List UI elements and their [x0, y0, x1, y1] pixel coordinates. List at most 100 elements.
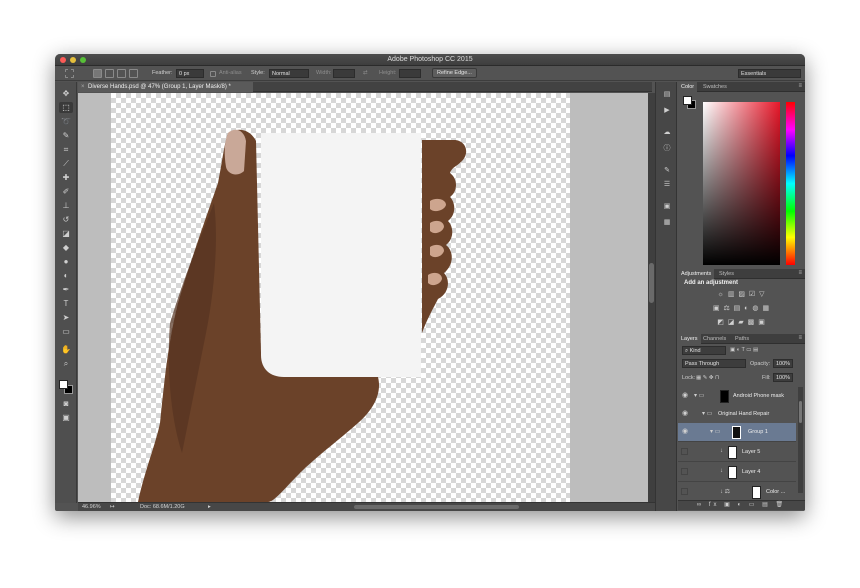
vertical-scroll-thumb[interactable] — [649, 263, 654, 303]
adjustment-icons-row-3[interactable]: ◩ ◪ ▰ ▩ ▣ — [678, 318, 805, 326]
foreground-color-swatch[interactable] — [59, 380, 68, 389]
info-panel-icon[interactable]: ⓘ — [661, 144, 673, 154]
tab-color[interactable]: Color — [678, 82, 698, 92]
status-menu-arrow-icon[interactable]: ▸ — [208, 504, 211, 510]
feather-input[interactable]: 0 px — [176, 69, 204, 78]
eyedropper-tool-icon[interactable]: ⟋ — [59, 158, 73, 169]
blur-tool-icon[interactable]: ● — [59, 256, 73, 267]
layer-row-group-1[interactable]: ◉ ▾ ▭ Group 1 — [678, 423, 796, 442]
layer-mask-thumbnail[interactable] — [752, 486, 761, 499]
color-panel-menu-icon[interactable]: ≡ — [798, 83, 802, 89]
tab-styles[interactable]: Styles — [716, 269, 737, 279]
opacity-input[interactable]: 100% — [773, 359, 793, 368]
document-tab[interactable]: × Diverse Hands.psd @ 47% (Group 1, Laye… — [78, 82, 253, 92]
fill-label: Fill: — [762, 375, 771, 381]
character-panel-icon[interactable]: ▣ — [661, 202, 673, 212]
mask-thumbnail[interactable] — [720, 390, 729, 403]
layer-row-layer-5[interactable]: ↓ Layer 5 — [678, 443, 796, 462]
lasso-tool-icon[interactable]: ➰ — [59, 116, 73, 127]
new-selection-icon[interactable] — [93, 69, 102, 78]
layers-scroll-thumb[interactable] — [799, 401, 802, 423]
layers-panel-menu-icon[interactable]: ≡ — [798, 335, 802, 341]
quick-mask-icon[interactable]: ◙ — [59, 398, 73, 409]
anti-alias-checkbox[interactable] — [210, 71, 216, 77]
layers-scrollbar[interactable] — [798, 387, 803, 493]
tab-adjustments[interactable]: Adjustments — [678, 269, 715, 279]
intersect-selection-icon[interactable] — [129, 69, 138, 78]
visibility-toggle[interactable] — [681, 448, 688, 455]
libraries-panel-icon[interactable]: ☁ — [661, 128, 673, 138]
layer-filter-value: Kind — [689, 348, 701, 354]
hue-slider[interactable] — [786, 102, 795, 265]
tab-swatches[interactable]: Swatches — [700, 82, 730, 92]
swap-dimensions-icon[interactable]: ⇄ — [363, 70, 368, 76]
crop-tool-icon[interactable]: ⌗ — [59, 144, 73, 155]
marquee-tool-icon[interactable]: ⬚ — [59, 102, 73, 113]
visibility-eye-icon[interactable]: ◉ — [681, 410, 689, 418]
layers-footer-icons[interactable]: ∞ fx ▣ ◐ ▭ ▤ 🗑 — [678, 500, 805, 510]
pen-tool-icon[interactable]: ✒ — [59, 284, 73, 295]
canvas-area[interactable] — [78, 93, 648, 502]
workspace-select[interactable]: Essentials — [738, 69, 801, 78]
visibility-eye-icon[interactable]: ◉ — [681, 428, 689, 436]
paint-bucket-tool-icon[interactable]: ◆ — [59, 242, 73, 253]
width-label: Width: — [316, 70, 332, 76]
visibility-eye-icon[interactable]: ◉ — [681, 392, 689, 400]
type-tool-icon[interactable]: T — [59, 298, 73, 309]
layer-name: Android Phone mask — [733, 393, 785, 399]
visibility-toggle[interactable] — [681, 468, 688, 475]
color-panel-foreground-swatch[interactable] — [683, 96, 692, 105]
quick-selection-tool-icon[interactable]: ✎ — [59, 130, 73, 141]
tab-layers[interactable]: Layers — [678, 334, 701, 344]
visibility-toggle[interactable] — [681, 488, 688, 495]
fill-input[interactable]: 100% — [773, 373, 793, 382]
layer-filter-icons[interactable]: ▣ ◐ T ▭ ▤ — [730, 347, 758, 353]
layer-thumbnail[interactable] — [728, 446, 737, 459]
properties-panel-icon[interactable]: ☰ — [661, 180, 673, 190]
layer-row-layer-4[interactable]: ↓ Layer 4 — [678, 463, 796, 482]
add-to-selection-icon[interactable] — [105, 69, 114, 78]
actions-panel-icon[interactable]: ▶ — [661, 106, 673, 116]
tab-paths[interactable]: Paths — [732, 334, 752, 344]
history-brush-tool-icon[interactable]: ↺ — [59, 214, 73, 225]
layer-filter-select[interactable]: ⌕ Kind — [682, 346, 726, 355]
hand-tool-icon[interactable]: ✋ — [59, 344, 73, 355]
height-input[interactable] — [399, 69, 421, 78]
zoom-tool-icon[interactable]: ⌕ — [59, 358, 73, 369]
eraser-tool-icon[interactable]: ◪ — [59, 228, 73, 239]
move-tool-icon[interactable]: ✥ — [59, 88, 73, 99]
adjustments-panel-menu-icon[interactable]: ≡ — [798, 270, 802, 276]
healing-brush-tool-icon[interactable]: ✚ — [59, 172, 73, 183]
horizontal-scroll-thumb[interactable] — [354, 505, 519, 509]
paragraph-panel-icon[interactable]: ▦ — [661, 218, 673, 228]
zoom-level[interactable]: 46.96% — [82, 504, 101, 510]
style-select[interactable]: Normal — [269, 69, 309, 78]
brush-presets-panel-icon[interactable]: ✎ — [661, 166, 673, 176]
marquee-preset-icon[interactable] — [65, 69, 74, 78]
color-panel-tabs: Color Swatches ≡ — [678, 82, 805, 92]
refine-edge-button[interactable]: Refine Edge... — [432, 68, 477, 78]
tab-channels[interactable]: Channels — [700, 334, 729, 344]
width-input[interactable] — [333, 69, 355, 78]
blend-mode-select[interactable]: Pass Through — [682, 359, 746, 368]
path-selection-tool-icon[interactable]: ➤ — [59, 312, 73, 323]
layers-panel-tabs: Layers Channels Paths ≡ — [678, 334, 805, 344]
brush-tool-icon[interactable]: ✐ — [59, 186, 73, 197]
canvas-vertical-scrollbar[interactable] — [648, 93, 655, 502]
share-icon[interactable]: ↦ — [110, 504, 115, 510]
rectangle-tool-icon[interactable]: ▭ — [59, 326, 73, 337]
layer-thumbnail[interactable] — [728, 466, 737, 479]
adjustment-icons-row-1[interactable]: ☼ ▥ ▨ ☑ ▽ — [678, 290, 805, 298]
screen-mode-icon[interactable]: ▣ — [59, 412, 73, 423]
layer-mask-thumbnail[interactable] — [732, 426, 741, 439]
subtract-from-selection-icon[interactable] — [117, 69, 126, 78]
dodge-tool-icon[interactable]: ◐ — [59, 270, 73, 281]
history-panel-icon[interactable]: ▤ — [661, 90, 673, 100]
adjustment-icons-row-2[interactable]: ▣ ⚖ ▤ ◐ ◍ ▦ — [678, 304, 805, 312]
layer-row-original-hand-repair[interactable]: ◉ ▾ ▭ Original Hand Repair — [678, 405, 796, 424]
close-document-icon[interactable]: × — [81, 84, 85, 90]
clone-stamp-tool-icon[interactable]: ⊥ — [59, 200, 73, 211]
color-spectrum-field[interactable] — [703, 102, 780, 265]
layer-row-android-phone-mask[interactable]: ◉ ▾ ▭ Android Phone mask — [678, 387, 796, 406]
lock-icons[interactable]: ▦ ✎ ✥ ⊓ — [696, 375, 719, 381]
